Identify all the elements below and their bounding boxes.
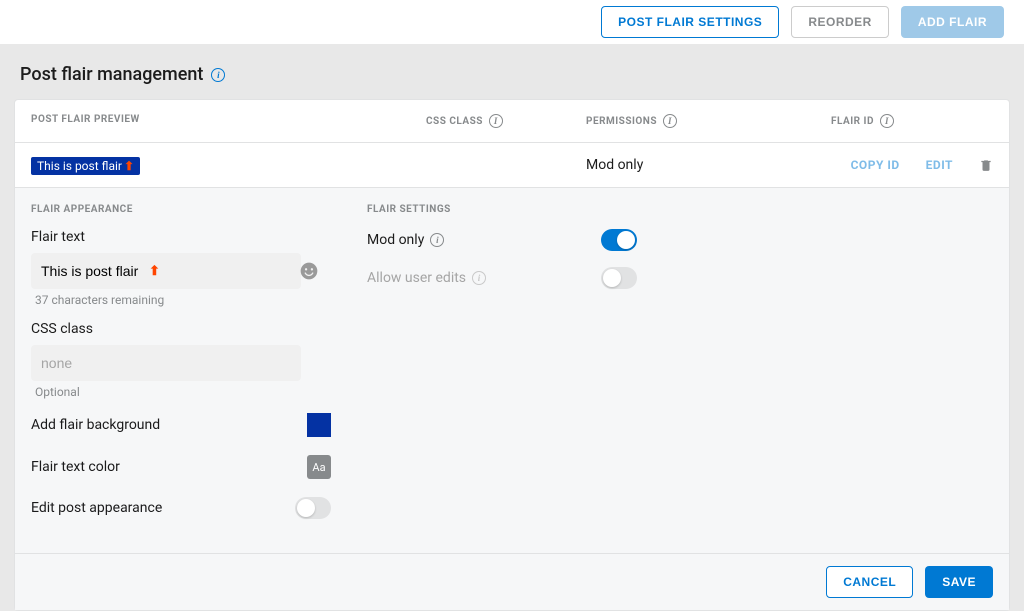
settings-header: FLAIR SETTINGS: [367, 204, 993, 215]
add-bg-label: Add flair background: [31, 417, 160, 433]
trash-icon[interactable]: [979, 157, 993, 173]
settings-column: FLAIR SETTINGS Mod only i Allow user edi…: [367, 204, 993, 537]
info-icon[interactable]: i: [472, 271, 486, 285]
allow-user-edits-label: Allow user edits i: [367, 270, 486, 286]
flair-row-actions: COPY ID EDIT: [831, 157, 993, 173]
copy-id-button[interactable]: COPY ID: [851, 158, 900, 172]
css-class-helper: Optional: [31, 385, 331, 399]
upvote-icon: ⬆: [124, 159, 134, 173]
info-icon[interactable]: i: [211, 68, 225, 82]
allow-user-edits-label-text: Allow user edits: [367, 270, 466, 286]
col-header-css-label: CSS CLASS: [426, 116, 483, 127]
text-color-label: Flair text color: [31, 459, 120, 475]
appearance-column: FLAIR APPEARANCE Flair text ⬆ 37 charact…: [31, 204, 331, 537]
editor-footer: CANCEL SAVE: [15, 553, 1009, 610]
edit-post-appearance-row: Edit post appearance: [31, 497, 331, 519]
flair-card: POST FLAIR PREVIEW CSS CLASS i PERMISSIO…: [14, 99, 1010, 611]
col-header-css: CSS CLASS i: [426, 114, 586, 128]
edit-post-appearance-toggle[interactable]: [295, 497, 331, 519]
save-button[interactable]: SAVE: [925, 566, 993, 598]
col-header-flid-label: FLAIR ID: [831, 116, 874, 127]
flair-text-label: Flair text: [31, 229, 331, 245]
flair-editor: FLAIR APPEARANCE Flair text ⬆ 37 charact…: [15, 188, 1009, 553]
emoji-icon[interactable]: [299, 261, 319, 281]
mod-only-toggle[interactable]: [601, 229, 637, 251]
col-header-perm-label: PERMISSIONS: [586, 116, 657, 127]
allow-user-edits-toggle[interactable]: [601, 267, 637, 289]
appearance-header: FLAIR APPEARANCE: [31, 204, 331, 215]
info-icon[interactable]: i: [880, 114, 894, 128]
reorder-button[interactable]: REORDER: [791, 6, 889, 38]
add-bg-row: Add flair background: [31, 413, 331, 437]
col-header-preview: POST FLAIR PREVIEW: [31, 114, 426, 128]
mod-only-row: Mod only i: [367, 229, 637, 251]
flair-row[interactable]: This is post flair⬆ Mod only COPY ID EDI…: [15, 143, 1009, 188]
post-flair-settings-button[interactable]: POST FLAIR SETTINGS: [601, 6, 779, 38]
cancel-button[interactable]: CANCEL: [826, 566, 913, 598]
flair-text-input[interactable]: [31, 253, 301, 289]
flair-permission-cell: Mod only: [586, 157, 831, 173]
css-class-input-wrap: [31, 345, 331, 381]
mod-only-label: Mod only i: [367, 232, 444, 248]
col-header-flair-id: FLAIR ID i: [831, 114, 993, 128]
page-title: Post flair management: [20, 64, 203, 85]
add-flair-button[interactable]: ADD FLAIR: [901, 6, 1004, 38]
chars-remaining: 37 characters remaining: [31, 293, 331, 307]
flair-preview-cell: This is post flair⬆: [31, 155, 426, 175]
text-color-swatch[interactable]: Aa: [307, 455, 331, 479]
col-header-permissions: PERMISSIONS i: [586, 114, 831, 128]
topbar: POST FLAIR SETTINGS REORDER ADD FLAIR: [0, 0, 1024, 44]
flair-text-input-wrap: ⬆: [31, 253, 331, 289]
info-icon[interactable]: i: [430, 233, 444, 247]
info-icon[interactable]: i: [663, 114, 677, 128]
css-class-input[interactable]: [31, 345, 301, 381]
column-headers: POST FLAIR PREVIEW CSS CLASS i PERMISSIO…: [15, 100, 1009, 143]
page-title-row: Post flair management i: [0, 44, 1024, 99]
allow-user-edits-row: Allow user edits i: [367, 267, 637, 289]
flair-pill-text: This is post flair: [37, 159, 122, 173]
edit-post-appearance-label: Edit post appearance: [31, 500, 162, 516]
text-color-row: Flair text color Aa: [31, 455, 331, 479]
edit-button[interactable]: EDIT: [926, 158, 953, 172]
css-class-label: CSS class: [31, 321, 331, 337]
bg-color-swatch[interactable]: [307, 413, 331, 437]
mod-only-label-text: Mod only: [367, 232, 424, 248]
info-icon[interactable]: i: [489, 114, 503, 128]
flair-pill: This is post flair⬆: [31, 157, 140, 175]
